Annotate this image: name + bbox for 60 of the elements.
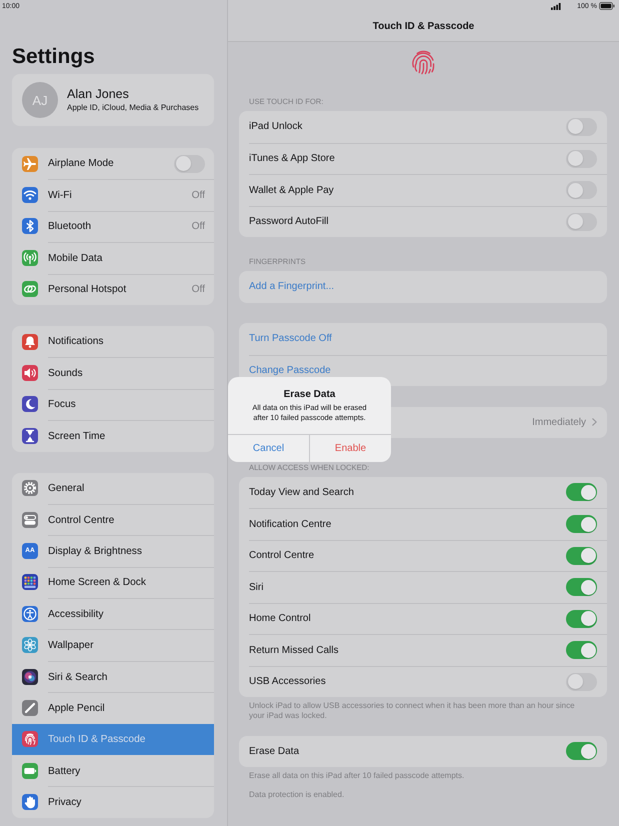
toggle-switch[interactable] bbox=[566, 212, 597, 231]
toggle-switch[interactable] bbox=[566, 742, 597, 760]
section-footer: Data protection is enabled. bbox=[249, 790, 589, 800]
profile-name: Alan Jones bbox=[67, 87, 130, 102]
alert-title: Erase Data bbox=[282, 388, 336, 401]
setting-label: Home Control bbox=[249, 613, 312, 624]
setting-label: Erase Data bbox=[249, 746, 300, 757]
profile-card[interactable]: AJ Alan Jones Apple ID, iCloud, Media & Purchases bbox=[12, 74, 214, 126]
setting-label: Return Missed Calls bbox=[249, 644, 340, 656]
toggle-switch[interactable] bbox=[566, 610, 597, 628]
setting-label: Siri bbox=[249, 582, 264, 593]
toggle-switch[interactable] bbox=[566, 641, 597, 660]
setting-label: iTunes & App Store bbox=[249, 153, 336, 164]
setting-label: iPad Unlock bbox=[249, 121, 304, 132]
toggle-switch[interactable] bbox=[566, 546, 597, 565]
section-footer: Erase all data on this iPad after 10 failed passcode attempts. bbox=[249, 771, 589, 780]
setting-label: Notification Centre bbox=[249, 518, 332, 530]
setting-label: USB Accessories bbox=[249, 676, 327, 688]
fingerprint-icon bbox=[410, 50, 437, 77]
toggle-switch[interactable] bbox=[174, 154, 205, 173]
profile-subtitle: Apple ID, iCloud, Media & Purchases bbox=[67, 103, 199, 113]
sidebar-item[interactable]: Control Centre bbox=[12, 504, 214, 536]
sidebar-item[interactable]: Home Screen & Dock bbox=[12, 566, 214, 598]
chevron-icon bbox=[592, 418, 597, 426]
toggle-switch[interactable] bbox=[566, 578, 597, 596]
sidebar-item[interactable]: Wallpaper bbox=[12, 629, 214, 661]
battery-icon bbox=[599, 2, 615, 10]
toggle-switch[interactable] bbox=[566, 515, 597, 534]
sidebar-item[interactable]: Accessibility bbox=[12, 598, 214, 630]
signal-icon bbox=[551, 2, 562, 10]
toggle-switch[interactable] bbox=[566, 181, 597, 200]
sidebar-item[interactable]: Notifications bbox=[12, 326, 214, 358]
sidebar-item[interactable]: Mobile Data bbox=[12, 242, 214, 274]
setting-label: Password AutoFill bbox=[249, 216, 330, 228]
setting-label: Control Centre bbox=[249, 550, 316, 562]
sidebar-item[interactable]: Siri & Search bbox=[12, 660, 214, 692]
status-value: Off bbox=[192, 190, 205, 202]
toggle-switch[interactable] bbox=[566, 483, 597, 502]
sidebar-item[interactable]: Focus bbox=[12, 388, 214, 420]
status-value: Off bbox=[192, 284, 205, 296]
sidebar-item[interactable]: Airplane Mode bbox=[12, 148, 214, 180]
status-value: Off bbox=[192, 221, 205, 232]
section-footer: Unlock iPad to allow USB accessories to connect when it has been more than an hour since your iPad was locked. bbox=[249, 701, 589, 720]
sidebar-item[interactable]: Wi-Fi Off bbox=[12, 179, 214, 211]
setting-label: Wallet & Apple Pay bbox=[249, 184, 335, 196]
sidebar-item[interactable]: Privacy bbox=[12, 786, 214, 818]
sidebar-item[interactable]: Personal Hotspot Off bbox=[12, 274, 214, 305]
avatar: AJ bbox=[22, 82, 58, 118]
setting-label: Today View and Search bbox=[249, 486, 355, 498]
sidebar-item[interactable]: General bbox=[12, 472, 214, 504]
toggle-switch[interactable] bbox=[566, 672, 597, 691]
sidebar-item[interactable]: Sounds bbox=[12, 357, 214, 389]
nav-title: Touch ID & Passcode bbox=[372, 20, 474, 34]
sidebar-item[interactable]: Battery bbox=[12, 755, 214, 786]
sidebar-item[interactable]: Screen Time bbox=[12, 420, 214, 452]
toggle-switch[interactable] bbox=[566, 150, 597, 168]
page-title: Settings bbox=[12, 44, 96, 70]
sidebar-item[interactable]: Bluetooth Off bbox=[12, 210, 214, 242]
toggle-switch[interactable] bbox=[566, 118, 597, 136]
alert-button[interactable]: Cancel bbox=[228, 435, 309, 462]
